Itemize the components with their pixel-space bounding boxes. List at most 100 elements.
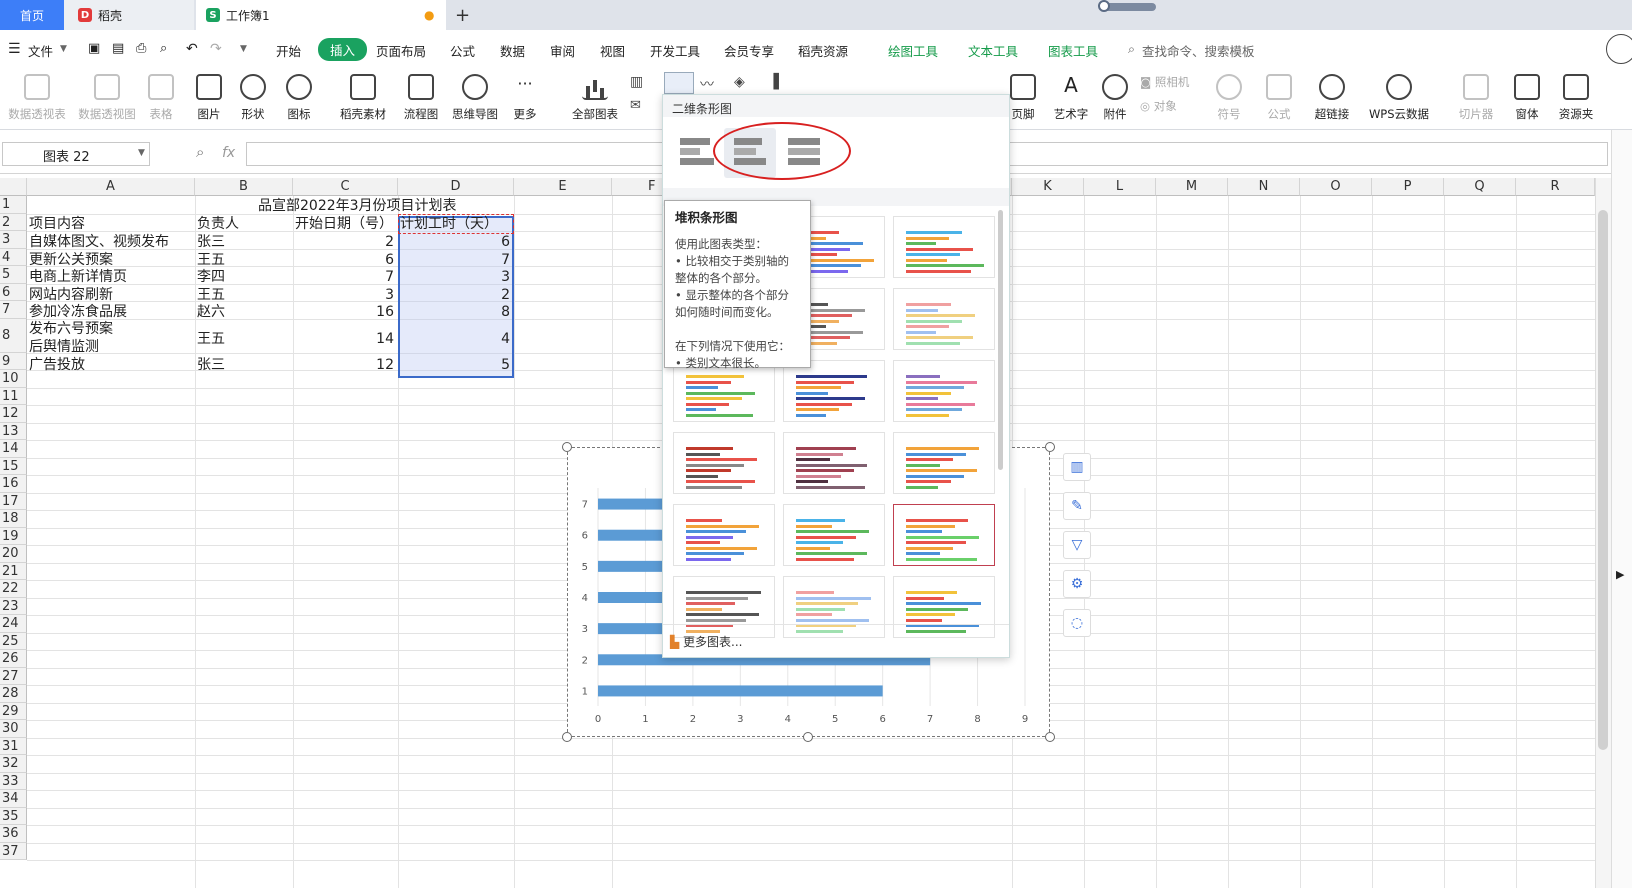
table-cell[interactable]: 电商上新详情页 <box>29 268 127 286</box>
chart-template-thumbnail[interactable] <box>783 432 885 494</box>
print-preview-icon[interactable]: ⌕ <box>160 41 167 56</box>
row-header[interactable]: 1 <box>0 196 27 214</box>
row-header[interactable]: 15 <box>0 457 27 475</box>
table-cell[interactable]: 14 <box>293 330 394 348</box>
table-cell[interactable]: 12 <box>293 356 394 374</box>
menu-drawing-tools[interactable]: 绘图工具 <box>888 41 938 60</box>
command-search[interactable]: 查找命令、搜索模板 <box>1142 41 1255 60</box>
row-header[interactable]: 5 <box>0 266 27 284</box>
save-icon[interactable]: ▣ <box>88 41 100 56</box>
wps-cloud-data-button[interactable]: WPS云数据 <box>1364 70 1434 122</box>
row-header[interactable]: 25 <box>0 632 27 650</box>
column-header-K[interactable]: K <box>1012 178 1084 196</box>
row-header[interactable]: 30 <box>0 720 27 738</box>
equation-button[interactable]: 公式 <box>1262 70 1296 122</box>
column-header-R[interactable]: R <box>1516 178 1595 196</box>
menu-insert[interactable]: 插入 <box>318 38 368 61</box>
search-icon[interactable]: ⌕ <box>1128 41 1135 57</box>
table-cell[interactable]: 3 <box>293 286 394 304</box>
table-cell[interactable]: 6 <box>293 251 394 269</box>
picture-button[interactable]: 图片 <box>192 70 226 122</box>
row-header[interactable]: 14 <box>0 440 27 458</box>
chart-template-thumbnail[interactable] <box>893 288 995 350</box>
column-header-P[interactable]: P <box>1372 178 1444 196</box>
more-charts-button[interactable]: ▙ 更多图表... <box>670 633 743 650</box>
redo-icon[interactable]: ↷ <box>210 41 222 57</box>
quick-access-chevron-icon[interactable]: ▼ <box>240 44 247 54</box>
column-header-A[interactable]: A <box>27 178 195 196</box>
table-cell[interactable]: 7 <box>398 251 510 269</box>
column-header-D[interactable]: D <box>398 178 514 196</box>
name-box-chevron-icon[interactable]: ▼ <box>138 148 145 158</box>
table-cell[interactable]: 更新公关预案 <box>29 251 113 269</box>
select-all-corner[interactable] <box>0 178 27 196</box>
stock-chart-icon[interactable]: ▐ <box>768 74 779 90</box>
column-header-B[interactable]: B <box>195 178 293 196</box>
header-planned-days[interactable]: 计划工时（天） <box>400 215 498 233</box>
chart-template-thumbnail[interactable] <box>673 504 775 566</box>
chart-tips-bulb-icon[interactable]: ◌ <box>1063 609 1091 637</box>
menu-chart-tools[interactable]: 图表工具 <box>1048 41 1098 60</box>
row-header[interactable]: 37 <box>0 842 27 860</box>
menu-member[interactable]: 会员专享 <box>724 41 774 60</box>
row-header[interactable]: 35 <box>0 807 27 825</box>
resize-handle-tl[interactable] <box>562 442 572 452</box>
table-cell[interactable]: 2 <box>293 233 394 251</box>
column-header-N[interactable]: N <box>1228 178 1300 196</box>
row-header[interactable]: 2 <box>0 213 27 231</box>
chart-settings-gear-icon[interactable]: ⚙ <box>1063 570 1091 598</box>
header-start-date[interactable]: 开始日期（号） <box>295 215 393 233</box>
undo-icon[interactable]: ↶ <box>186 41 198 57</box>
expand-panel-arrow-icon[interactable]: ▶ <box>1616 568 1624 581</box>
tab-home[interactable]: 首页 <box>0 0 64 30</box>
row-header[interactable]: 29 <box>0 702 27 720</box>
menu-view[interactable]: 视图 <box>600 41 625 60</box>
menu-page-layout[interactable]: 页面布局 <box>376 41 426 60</box>
table-cell[interactable]: 8 <box>398 303 510 321</box>
chart-template-thumbnail[interactable] <box>673 432 775 494</box>
envelope-icon[interactable]: ✉ <box>630 98 641 113</box>
bar-chart-menu-button[interactable] <box>664 72 694 94</box>
table-cell[interactable]: 3 <box>398 268 510 286</box>
mindmap-button[interactable]: 思维导图 <box>450 70 500 122</box>
daoke-material-button[interactable]: 稻壳素材 <box>338 70 388 122</box>
row-header[interactable]: 26 <box>0 650 27 668</box>
chevron-down-icon[interactable]: ▼ <box>60 44 67 54</box>
row-header[interactable]: 21 <box>0 562 27 580</box>
form-button[interactable]: 窗体 <box>1510 70 1544 122</box>
menu-text-tools[interactable]: 文本工具 <box>968 41 1018 60</box>
table-cell[interactable]: 张三 <box>197 233 225 251</box>
resize-handle-br[interactable] <box>1045 732 1055 742</box>
new-tab-button[interactable]: + <box>455 0 470 30</box>
table-cell[interactable]: 广告投放 <box>29 356 85 374</box>
table-cell[interactable]: 王五 <box>197 286 225 304</box>
dropdown-scrollbar[interactable] <box>998 210 1003 470</box>
table-cell[interactable]: 自媒体图文、视频发布 <box>29 233 169 251</box>
row-header[interactable]: 9 <box>0 352 27 370</box>
row-header[interactable]: 22 <box>0 580 27 598</box>
row-header[interactable]: 28 <box>0 685 27 703</box>
column-chart-icon[interactable]: ▥ <box>630 74 643 90</box>
table-cell[interactable]: 5 <box>398 356 510 374</box>
line-chart-icon[interactable]: 〰 <box>700 74 714 94</box>
row-header[interactable]: 13 <box>0 422 27 440</box>
resize-handle-tr[interactable] <box>1045 442 1055 452</box>
menu-review[interactable]: 审阅 <box>550 41 575 60</box>
menu-daoke-resources[interactable]: 稻壳资源 <box>798 41 848 60</box>
chart-template-thumbnail[interactable] <box>893 576 995 638</box>
row-header[interactable]: 20 <box>0 545 27 563</box>
menu-developer[interactable]: 开发工具 <box>650 41 700 60</box>
chart-filter-icon[interactable]: ▽ <box>1063 531 1091 559</box>
row-header[interactable]: 17 <box>0 492 27 510</box>
row-header[interactable]: 4 <box>0 248 27 266</box>
menu-file[interactable]: 文件 <box>28 41 53 60</box>
chart-template-thumbnail[interactable] <box>783 504 885 566</box>
menu-data[interactable]: 数据 <box>500 41 525 60</box>
icons-button[interactable]: 图标 <box>282 70 316 122</box>
chart-template-thumbnail[interactable] <box>783 576 885 638</box>
column-header-L[interactable]: L <box>1084 178 1156 196</box>
wordart-button[interactable]: A 艺术字 <box>1048 70 1094 122</box>
table-cell[interactable]: 张三 <box>197 356 225 374</box>
name-box[interactable]: 图表 22 <box>2 142 150 166</box>
row-header[interactable]: 12 <box>0 405 27 423</box>
